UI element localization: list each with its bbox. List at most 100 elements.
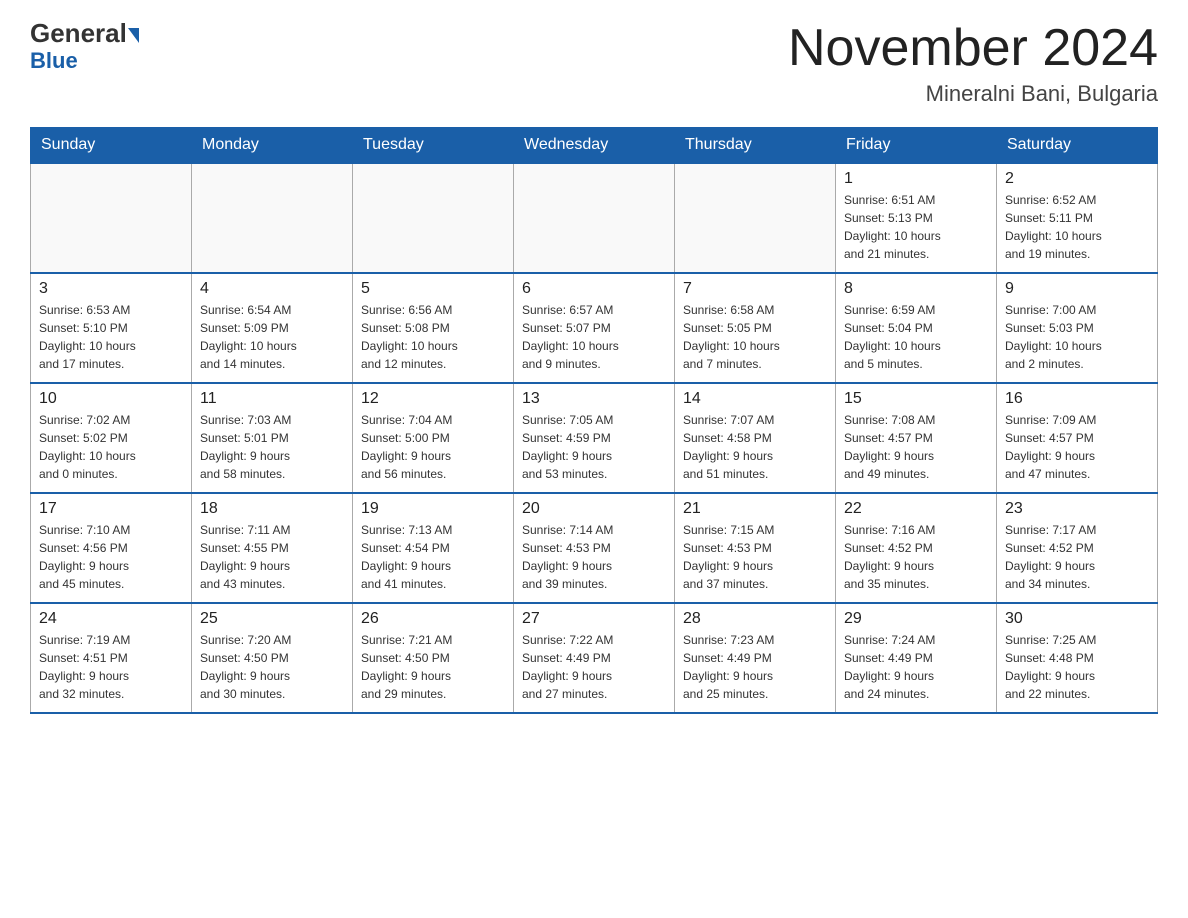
day-info: Sunrise: 7:16 AM Sunset: 4:52 PM Dayligh…: [844, 521, 988, 593]
calendar-cell: [675, 163, 836, 273]
calendar-week-row: 24 Sunrise: 7:19 AM Sunset: 4:51 PM Dayli…: [31, 603, 1158, 713]
day-number: 9: [1005, 280, 1149, 298]
calendar-cell: 15 Sunrise: 7:08 AM Sunset: 4:57 PM Dayli…: [836, 383, 997, 493]
day-info: Sunrise: 7:10 AM Sunset: 4:56 PM Dayligh…: [39, 521, 183, 593]
day-info: Sunrise: 7:05 AM Sunset: 4:59 PM Dayligh…: [522, 411, 666, 483]
day-info: Sunrise: 7:25 AM Sunset: 4:48 PM Dayligh…: [1005, 631, 1149, 703]
calendar-cell: 22 Sunrise: 7:16 AM Sunset: 4:52 PM Dayli…: [836, 493, 997, 603]
calendar-weekday-wednesday: Wednesday: [514, 128, 675, 164]
day-info: Sunrise: 6:52 AM Sunset: 5:11 PM Dayligh…: [1005, 191, 1149, 263]
day-number: 3: [39, 280, 183, 298]
day-info: Sunrise: 7:07 AM Sunset: 4:58 PM Dayligh…: [683, 411, 827, 483]
day-info: Sunrise: 7:14 AM Sunset: 4:53 PM Dayligh…: [522, 521, 666, 593]
calendar-cell: 8 Sunrise: 6:59 AM Sunset: 5:04 PM Daylig…: [836, 273, 997, 383]
calendar-cell: 11 Sunrise: 7:03 AM Sunset: 5:01 PM Dayli…: [192, 383, 353, 493]
calendar-cell: 27 Sunrise: 7:22 AM Sunset: 4:49 PM Dayli…: [514, 603, 675, 713]
day-info: Sunrise: 7:15 AM Sunset: 4:53 PM Dayligh…: [683, 521, 827, 593]
day-number: 8: [844, 280, 988, 298]
day-number: 15: [844, 390, 988, 408]
calendar-cell: 28Sunrise: 7:23 AM Sunset: 4:49 PM Dayli…: [675, 603, 836, 713]
day-number: 22: [844, 500, 988, 518]
calendar-header-row: SundayMondayTuesdayWednesdayThursdayFrid…: [31, 128, 1158, 164]
day-info: Sunrise: 7:24 AM Sunset: 4:49 PM Dayligh…: [844, 631, 988, 703]
logo-text: General: [30, 20, 139, 46]
calendar-weekday-sunday: Sunday: [31, 128, 192, 164]
calendar-cell: [192, 163, 353, 273]
calendar-cell: 25 Sunrise: 7:20 AM Sunset: 4:50 PM Dayli…: [192, 603, 353, 713]
day-info: Sunrise: 7:09 AM Sunset: 4:57 PM Dayligh…: [1005, 411, 1149, 483]
day-number: 2: [1005, 170, 1149, 188]
page-header: General Blue November 2024 Mineralni Ban…: [30, 20, 1158, 107]
day-number: 17: [39, 500, 183, 518]
calendar-cell: 24 Sunrise: 7:19 AM Sunset: 4:51 PM Dayli…: [31, 603, 192, 713]
day-number: 26: [361, 610, 505, 628]
day-info: Sunrise: 7:03 AM Sunset: 5:01 PM Dayligh…: [200, 411, 344, 483]
calendar-weekday-monday: Monday: [192, 128, 353, 164]
calendar-weekday-thursday: Thursday: [675, 128, 836, 164]
day-info: Sunrise: 7:08 AM Sunset: 4:57 PM Dayligh…: [844, 411, 988, 483]
day-info: Sunrise: 7:17 AM Sunset: 4:52 PM Dayligh…: [1005, 521, 1149, 593]
day-number: 13: [522, 390, 666, 408]
calendar-cell: 26 Sunrise: 7:21 AM Sunset: 4:50 PM Dayli…: [353, 603, 514, 713]
logo-blue: Blue: [30, 48, 78, 74]
day-number: 16: [1005, 390, 1149, 408]
day-number: 27: [522, 610, 666, 628]
day-number: 10: [39, 390, 183, 408]
day-number: 29: [844, 610, 988, 628]
day-info: Sunrise: 7:00 AM Sunset: 5:03 PM Dayligh…: [1005, 301, 1149, 373]
day-info: Sunrise: 7:20 AM Sunset: 4:50 PM Dayligh…: [200, 631, 344, 703]
calendar-cell: 2 Sunrise: 6:52 AM Sunset: 5:11 PM Daylig…: [997, 163, 1158, 273]
day-info: Sunrise: 6:58 AM Sunset: 5:05 PM Dayligh…: [683, 301, 827, 373]
day-number: 18: [200, 500, 344, 518]
calendar-cell: 19Sunrise: 7:13 AM Sunset: 4:54 PM Dayli…: [353, 493, 514, 603]
calendar-weekday-friday: Friday: [836, 128, 997, 164]
day-number: 23: [1005, 500, 1149, 518]
calendar-cell: 5 Sunrise: 6:56 AM Sunset: 5:08 PM Daylig…: [353, 273, 514, 383]
calendar-cell: 17 Sunrise: 7:10 AM Sunset: 4:56 PM Dayli…: [31, 493, 192, 603]
calendar-week-row: 10 Sunrise: 7:02 AM Sunset: 5:02 PM Dayli…: [31, 383, 1158, 493]
day-info: Sunrise: 6:59 AM Sunset: 5:04 PM Dayligh…: [844, 301, 988, 373]
day-info: Sunrise: 7:19 AM Sunset: 4:51 PM Dayligh…: [39, 631, 183, 703]
calendar-weekday-tuesday: Tuesday: [353, 128, 514, 164]
day-info: Sunrise: 7:02 AM Sunset: 5:02 PM Dayligh…: [39, 411, 183, 483]
day-info: Sunrise: 7:21 AM Sunset: 4:50 PM Dayligh…: [361, 631, 505, 703]
day-number: 12: [361, 390, 505, 408]
calendar-cell: 4Sunrise: 6:54 AM Sunset: 5:09 PM Daylig…: [192, 273, 353, 383]
day-number: 24: [39, 610, 183, 628]
location-title: Mineralni Bani, Bulgaria: [788, 81, 1158, 107]
logo: General Blue: [30, 20, 139, 74]
day-info: Sunrise: 7:04 AM Sunset: 5:00 PM Dayligh…: [361, 411, 505, 483]
calendar-table: SundayMondayTuesdayWednesdayThursdayFrid…: [30, 127, 1158, 714]
calendar-cell: 23 Sunrise: 7:17 AM Sunset: 4:52 PM Dayli…: [997, 493, 1158, 603]
day-info: Sunrise: 6:56 AM Sunset: 5:08 PM Dayligh…: [361, 301, 505, 373]
day-number: 20: [522, 500, 666, 518]
calendar-cell: 18 Sunrise: 7:11 AM Sunset: 4:55 PM Dayli…: [192, 493, 353, 603]
day-number: 28: [683, 610, 827, 628]
day-info: Sunrise: 7:22 AM Sunset: 4:49 PM Dayligh…: [522, 631, 666, 703]
day-info: Sunrise: 7:11 AM Sunset: 4:55 PM Dayligh…: [200, 521, 344, 593]
calendar-cell: 3 Sunrise: 6:53 AM Sunset: 5:10 PM Daylig…: [31, 273, 192, 383]
calendar-cell: 29 Sunrise: 7:24 AM Sunset: 4:49 PM Dayli…: [836, 603, 997, 713]
day-number: 11: [200, 390, 344, 408]
day-number: 30: [1005, 610, 1149, 628]
day-info: Sunrise: 6:53 AM Sunset: 5:10 PM Dayligh…: [39, 301, 183, 373]
month-title: November 2024: [788, 20, 1158, 77]
day-number: 19: [361, 500, 505, 518]
day-number: 14: [683, 390, 827, 408]
calendar-cell: 1Sunrise: 6:51 AM Sunset: 5:13 PM Daylig…: [836, 163, 997, 273]
day-number: 5: [361, 280, 505, 298]
calendar-weekday-saturday: Saturday: [997, 128, 1158, 164]
calendar-cell: [514, 163, 675, 273]
day-number: 7: [683, 280, 827, 298]
calendar-cell: 20 Sunrise: 7:14 AM Sunset: 4:53 PM Dayli…: [514, 493, 675, 603]
day-info: Sunrise: 6:54 AM Sunset: 5:09 PM Dayligh…: [200, 301, 344, 373]
day-number: 1: [844, 170, 988, 188]
calendar-week-row: 1Sunrise: 6:51 AM Sunset: 5:13 PM Daylig…: [31, 163, 1158, 273]
calendar-cell: 12 Sunrise: 7:04 AM Sunset: 5:00 PM Dayli…: [353, 383, 514, 493]
calendar-cell: 30 Sunrise: 7:25 AM Sunset: 4:48 PM Dayli…: [997, 603, 1158, 713]
calendar-cell: [353, 163, 514, 273]
calendar-cell: 7 Sunrise: 6:58 AM Sunset: 5:05 PM Daylig…: [675, 273, 836, 383]
calendar-cell: 16 Sunrise: 7:09 AM Sunset: 4:57 PM Dayli…: [997, 383, 1158, 493]
day-number: 25: [200, 610, 344, 628]
calendar-cell: 9 Sunrise: 7:00 AM Sunset: 5:03 PM Daylig…: [997, 273, 1158, 383]
